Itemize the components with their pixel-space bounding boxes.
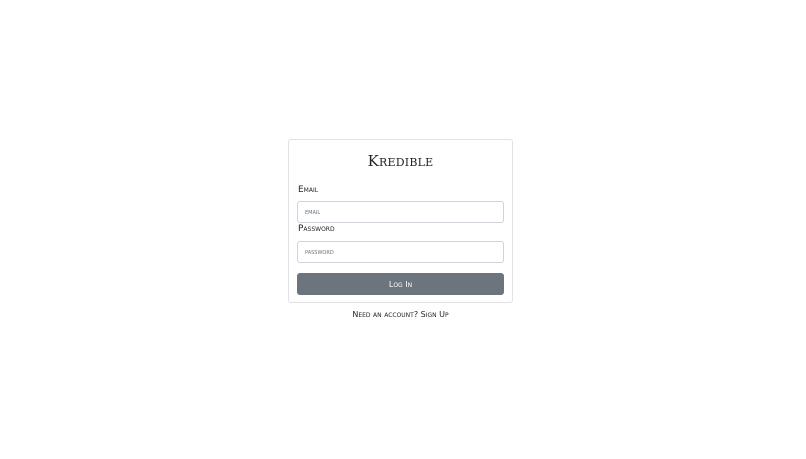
signup-prompt: Need an account? Sign Up [288, 310, 513, 319]
app-title: Kredible [367, 152, 434, 170]
password-label: Password [298, 224, 335, 234]
email-label: Email [298, 185, 319, 195]
signup-link[interactable]: Sign Up [421, 310, 449, 319]
password-field[interactable] [297, 241, 504, 263]
login-card: Kredible Email Password Log In [288, 139, 513, 303]
login-button[interactable]: Log In [297, 273, 504, 295]
email-field[interactable] [297, 201, 504, 223]
signup-prompt-text: Need an account? [352, 310, 419, 319]
